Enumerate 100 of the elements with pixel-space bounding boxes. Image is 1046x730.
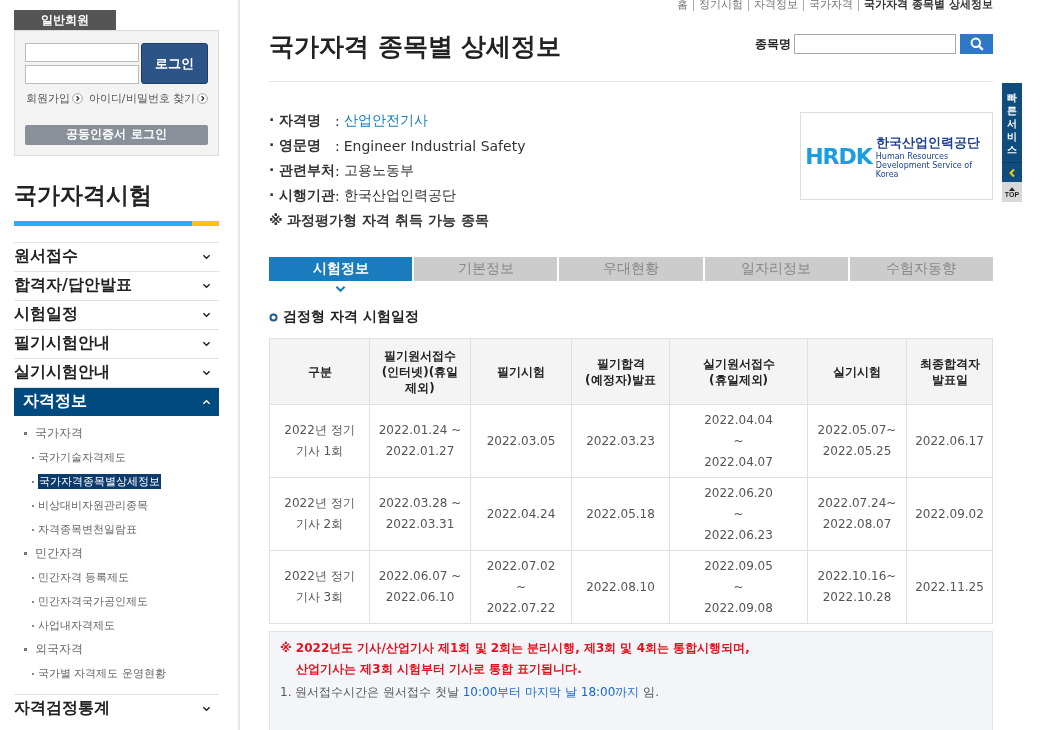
member-tab[interactable]: 일반회원: [14, 10, 116, 30]
sidebar-title: 국가자격시험: [14, 180, 153, 210]
table-cell: 2022년 정기 기사 2회: [269, 477, 370, 551]
chevron-circle-icon: [71, 93, 83, 104]
certificate-login-button[interactable]: 공동인증서 로그인: [25, 124, 208, 145]
chevron-icon: [202, 705, 211, 712]
table-cell: 2022.07.24~ 2022.08.07: [807, 477, 907, 551]
column-header: 최종합격자 발표일: [906, 338, 993, 405]
table-cell: 2022.10.16~ 2022.10.28: [807, 550, 907, 624]
menu-item[interactable]: 자격정보: [14, 386, 219, 416]
menu-item[interactable]: 필기시험안내: [14, 328, 219, 358]
breadcrumb-link[interactable]: 국가자격 종목별 상세정보: [858, 0, 993, 11]
chevron-icon: [202, 311, 211, 318]
submenu-item[interactable]: 사업내자격제도: [38, 618, 115, 633]
submenu-item[interactable]: 국가자격종목별상세정보: [38, 474, 161, 489]
search-button[interactable]: [960, 34, 993, 54]
submenu-item[interactable]: 자격종목변천일람표: [38, 522, 137, 537]
chevron-circle-icon: [197, 93, 208, 104]
chevron-icon: [202, 253, 211, 260]
account-link[interactable]: 회원가입: [25, 91, 83, 106]
bullet-icon: [269, 312, 278, 322]
submenu-item[interactable]: 민간자격국가공인제도: [38, 594, 148, 609]
search-field[interactable]: [794, 34, 956, 54]
search-label: 종목명: [755, 35, 791, 53]
column-header: 실기원서접수 (휴일제외): [669, 338, 808, 405]
table-cell: 2022년 정기 기사 1회: [269, 404, 370, 478]
account-link[interactable]: 아이디/비밀번호 찾기: [88, 91, 208, 106]
menu-label: 시험일정: [14, 304, 78, 325]
colon-separator: :: [335, 112, 340, 129]
warning-text: ※ 2022년도 기사/산업기사 제1회 및 2회는 분리시행, 제3회 및 4회는 통합시행되며,: [280, 640, 751, 657]
column-header: 구분: [269, 338, 370, 405]
breadcrumb-link[interactable]: 홈: [677, 0, 689, 11]
chevron-icon: [202, 282, 211, 289]
table-cell: 2022.09.05 ~ 2022.09.08: [669, 550, 808, 624]
menu-item[interactable]: 원서접수: [14, 241, 219, 271]
menu-item[interactable]: 시험일정: [14, 299, 219, 329]
table-cell: 2022.04.04 ~ 2022.04.07: [669, 404, 808, 478]
table-cell: 2022.05.18: [571, 477, 670, 551]
column-header: 실기시험: [807, 338, 907, 405]
menu-label: 원서접수: [14, 246, 78, 267]
colon-separator: :: [335, 137, 340, 154]
page-title: 국가자격 종목별 상세정보: [269, 30, 562, 63]
table-cell: 2022.07.02 ~ 2022.07.22: [470, 550, 572, 624]
chevron-left-icon: [1008, 167, 1016, 178]
id-field[interactable]: [25, 43, 139, 62]
table-cell: 2022.04.24: [470, 477, 572, 551]
arrow-up-icon: [1009, 186, 1015, 191]
column-header: 필기원서접수 (인터넷)(휴일 제외): [369, 338, 471, 405]
colon-separator: :: [335, 162, 340, 179]
field-value: 고용노동부: [343, 161, 414, 180]
table-cell: 2022.09.02: [906, 477, 993, 551]
info-note: ※ 과정평가형 자격 취득 가능 종목: [269, 211, 490, 230]
breadcrumb-link[interactable]: 국가자격: [803, 0, 854, 11]
password-field[interactable]: [25, 65, 139, 84]
colon-separator: :: [335, 187, 340, 204]
field-label: · 자격명: [269, 111, 323, 130]
field-label: · 관련부처: [269, 161, 335, 180]
warning-text: 산업기사는 제3회 시험부터 기사로 통합 표기됩니다.: [295, 661, 583, 678]
table-cell: 2022.06.07 ~ 2022.06.10: [369, 550, 471, 624]
menu-item[interactable]: 합격자/답안발표: [14, 270, 219, 300]
submenu-group[interactable]: 외국자격: [35, 641, 83, 658]
table-cell: 2022.08.10: [571, 550, 670, 624]
table-cell: 2022.11.25: [906, 550, 993, 624]
chevron-icon: [335, 285, 347, 293]
search-icon: [969, 37, 984, 51]
menu-label: 합격자/답안발표: [14, 275, 132, 296]
tab[interactable]: 시험정보: [269, 257, 413, 281]
submenu-group[interactable]: 국가자격: [35, 425, 83, 442]
note-text: 1. 원서접수시간은 원서접수 첫날 10:00부터 마지막 날 18:00까지 임.: [280, 684, 660, 701]
chevron-icon: [202, 398, 211, 405]
menu-label: 자격정보: [23, 391, 87, 412]
column-header: 필기시험: [470, 338, 572, 405]
table-cell: 2022.01.24 ~ 2022.01.27: [369, 404, 471, 478]
login-button[interactable]: 로그인: [141, 43, 208, 84]
quick-service-label[interactable]: 빠른서비스: [1002, 83, 1022, 162]
menu-item[interactable]: 자격검정통계: [14, 693, 219, 723]
menu-item[interactable]: 실기시험안내: [14, 357, 219, 387]
field-label: · 시행기관: [269, 186, 335, 205]
field-label: · 영문명: [269, 136, 323, 155]
collapse-button[interactable]: [1002, 162, 1022, 182]
table-cell: 2022.06.17: [906, 404, 993, 478]
field-value: Engineer Industrial Safety: [343, 137, 526, 154]
submenu-item[interactable]: 국가별 자격제도 운영현황: [38, 666, 166, 681]
submenu-group[interactable]: 민간자격: [35, 545, 83, 562]
table-cell: 2022.03.05: [470, 404, 572, 478]
submenu-item[interactable]: 국가기술자격제도: [38, 450, 126, 465]
table-cell: 2022.03.28 ~ 2022.03.31: [369, 477, 471, 551]
menu-label: 자격검정통계: [14, 698, 110, 719]
chevron-icon: [202, 340, 211, 347]
table-cell: 2022.06.20 ~ 2022.06.23: [669, 477, 808, 551]
column-header: 필기합격 (예정자)발표: [571, 338, 670, 405]
section-title: 검정형 자격 시험일정: [283, 308, 419, 326]
submenu-item[interactable]: 비상대비자원관리종목: [38, 498, 148, 513]
table-cell: 2022.05.07~ 2022.05.25: [807, 404, 907, 478]
submenu-item[interactable]: 민간자격 등록제도: [38, 570, 130, 585]
qualification-link[interactable]: 산업안전기사: [343, 111, 428, 130]
breadcrumb-link[interactable]: 정기시험: [693, 0, 744, 11]
menu-label: 실기시험안내: [14, 362, 110, 383]
breadcrumb-link[interactable]: 자격정보: [748, 0, 799, 11]
field-value: 한국산업인력공단: [343, 186, 456, 205]
